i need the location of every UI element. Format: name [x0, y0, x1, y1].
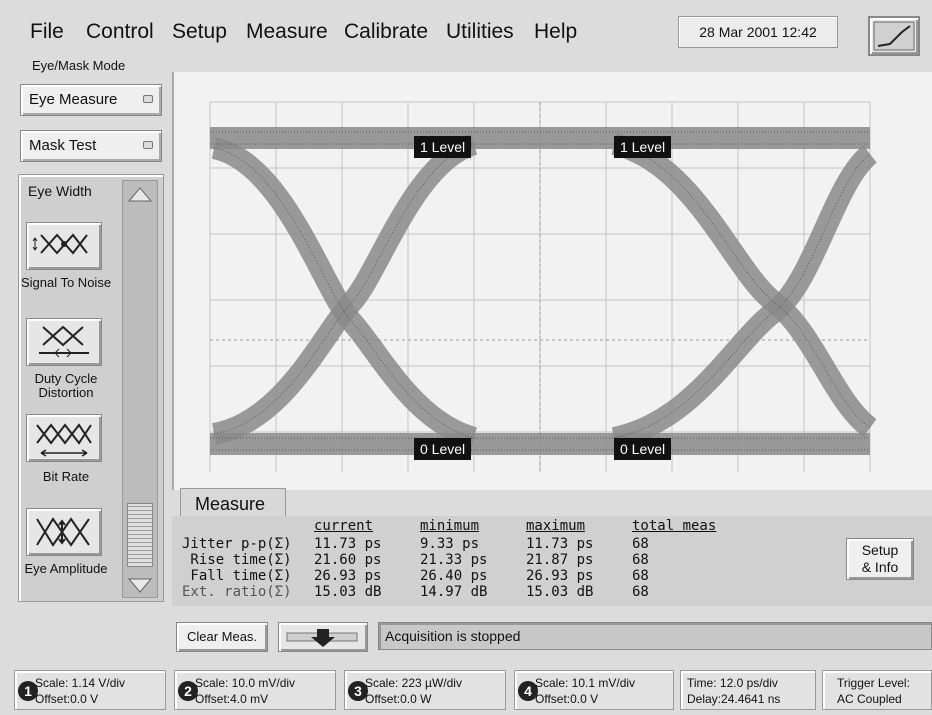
- row-label-jitter: Jitter p-p(Σ): [182, 536, 292, 552]
- eye-amplitude-label: Eye Amplitude: [24, 561, 108, 576]
- column-header-total-meas: total meas: [632, 518, 717, 534]
- waveform-icon: [873, 21, 915, 51]
- zero-level-marker-right: 0 Level: [614, 438, 672, 460]
- menu-measure[interactable]: Measure: [246, 20, 328, 44]
- trigger-level: Trigger Level:: [837, 676, 910, 690]
- channel-2-text: Scale: 10.0 mV/div Offset:4.0 mV: [195, 675, 295, 707]
- jitter-maximum: 11.73 ps: [526, 536, 594, 552]
- channel-3-scale: Scale: 223 µW/div: [365, 676, 462, 690]
- eye-measure-label: Eye Measure: [29, 91, 118, 108]
- ext-ratio-maximum: 15.03 dB: [526, 584, 594, 600]
- trigger-coupling: AC Coupled: [837, 692, 902, 706]
- measurement-results-panel: current minimum maximum total meas Jitte…: [172, 516, 932, 606]
- jitter-current: 11.73 ps: [314, 536, 382, 552]
- jitter-total: 68: [632, 536, 649, 552]
- column-header-current: current: [314, 518, 374, 534]
- channel-1-text: Scale: 1.14 V/div Offset:0.0 V: [35, 675, 125, 707]
- signal-to-noise-button[interactable]: [26, 222, 102, 270]
- indicator-icon: [143, 141, 153, 149]
- one-level-marker-right: 1 Level: [614, 136, 672, 158]
- status-message: Acquisition is stopped: [378, 622, 932, 650]
- setup-info-label-line1: Setup: [861, 542, 899, 558]
- arrow-down-icon: [286, 629, 358, 647]
- date-time-display: 28 Mar 2001 12:42: [678, 16, 838, 48]
- column-header-minimum: minimum: [420, 518, 480, 534]
- eye-width-button[interactable]: Eye Width: [28, 183, 92, 199]
- bit-rate-label: Bit Rate: [42, 469, 90, 484]
- menu-control[interactable]: Control: [86, 20, 154, 44]
- rise-time-minimum: 21.33 ps: [420, 552, 488, 568]
- fall-time-total: 68: [632, 568, 649, 584]
- duty-cycle-distortion-label: Duty Cycle Distortion: [34, 371, 98, 400]
- bit-rate-button[interactable]: [26, 414, 102, 462]
- timebase-scale: Time: 12.0 ps/div: [687, 676, 778, 690]
- row-label-ext-ratio: Ext. ratio(Σ): [182, 584, 292, 600]
- signal-to-noise-label: Signal To Noise: [20, 275, 112, 290]
- jitter-minimum: 9.33 ps: [420, 536, 480, 552]
- scroll-thumb[interactable]: [127, 503, 153, 567]
- eye-measure-button[interactable]: Eye Measure: [20, 84, 162, 116]
- trigger-readout[interactable]: Trigger Level: AC Coupled: [822, 670, 932, 710]
- channel-1-readout[interactable]: 1 Scale: 1.14 V/div Offset:0.0 V: [14, 670, 166, 710]
- row-label-fall-time: Fall time(Σ): [182, 568, 292, 584]
- toolbox-scrollbar[interactable]: [122, 180, 158, 598]
- mask-test-button[interactable]: Mask Test: [20, 130, 162, 162]
- ext-ratio-current: 15.03 dB: [314, 584, 382, 600]
- setup-info-label-line2: & Info: [861, 559, 899, 575]
- channel-2-offset: Offset:4.0 mV: [195, 692, 269, 706]
- rise-time-maximum: 21.87 ps: [526, 552, 594, 568]
- menu-bar: File Control Setup Measure Calibrate Uti…: [0, 0, 932, 60]
- signal-to-noise-icon: [32, 233, 88, 255]
- ext-ratio-minimum: 14.97 dB: [420, 584, 488, 600]
- channel-1-scale: Scale: 1.14 V/div: [35, 676, 126, 690]
- menu-utilities[interactable]: Utilities: [446, 20, 514, 44]
- scroll-up-icon[interactable]: [125, 183, 155, 205]
- clear-meas-button[interactable]: Clear Meas.: [176, 622, 268, 652]
- fall-time-minimum: 26.40 ps: [420, 568, 488, 584]
- eye-diagram: [209, 101, 878, 472]
- scroll-down-icon[interactable]: [125, 575, 155, 597]
- duty-cycle-distortion-button[interactable]: [26, 318, 102, 366]
- rise-time-current: 21.60 ps: [314, 552, 382, 568]
- scope-logo-button[interactable]: [868, 16, 920, 56]
- timebase-readout[interactable]: Time: 12.0 ps/div Delay:24.4641 ns: [680, 670, 816, 710]
- channel-4-scale: Scale: 10.1 mV/div: [535, 676, 636, 690]
- one-level-marker-left: 1 Level: [414, 136, 472, 158]
- fall-time-current: 26.93 ps: [314, 568, 382, 584]
- menu-calibrate[interactable]: Calibrate: [344, 20, 428, 44]
- trigger-text: Trigger Level: AC Coupled: [837, 675, 910, 707]
- channel-2-readout[interactable]: 2 Scale: 10.0 mV/div Offset:4.0 mV: [174, 670, 336, 710]
- channel-2-scale: Scale: 10.0 mV/div: [195, 676, 296, 690]
- zero-level-marker-left: 0 Level: [414, 438, 472, 460]
- channel-4-text: Scale: 10.1 mV/div Offset:0.0 V: [535, 675, 635, 707]
- indicator-icon: [143, 95, 153, 103]
- eye-mask-mode-label: Eye/Mask Mode: [32, 58, 126, 73]
- ext-ratio-total: 68: [632, 584, 649, 600]
- channel-3-text: Scale: 223 µW/div Offset:0.0 W: [365, 675, 462, 707]
- waveform-display[interactable]: 1 Level 1 Level 0 Level 0 Level: [172, 72, 932, 490]
- row-label-rise-time: Rise time(Σ): [182, 552, 292, 568]
- eye-amplitude-button[interactable]: [26, 508, 102, 556]
- rise-time-total: 68: [632, 552, 649, 568]
- fall-time-maximum: 26.93 ps: [526, 568, 594, 584]
- duty-cycle-icon: [39, 325, 89, 358]
- mask-test-label: Mask Test: [29, 137, 97, 154]
- eye-amplitude-icon: [36, 517, 90, 547]
- channel-1-offset: Offset:0.0 V: [35, 692, 99, 706]
- timebase-delay: Delay:24.4641 ns: [687, 692, 781, 706]
- column-header-maximum: maximum: [526, 518, 586, 534]
- tab-measure[interactable]: Measure: [180, 488, 286, 518]
- menu-file[interactable]: File: [30, 20, 64, 44]
- menu-setup[interactable]: Setup: [172, 20, 227, 44]
- channel-4-readout[interactable]: 4 Scale: 10.1 mV/div Offset:0.0 V: [514, 670, 674, 710]
- bit-rate-icon: [36, 423, 92, 457]
- channel-4-offset: Offset:0.0 V: [535, 692, 599, 706]
- channel-3-offset: Offset:0.0 W: [365, 692, 432, 706]
- setup-info-button[interactable]: Setup & Info: [846, 538, 914, 580]
- menu-help[interactable]: Help: [534, 20, 577, 44]
- channel-3-readout[interactable]: 3 Scale: 223 µW/div Offset:0.0 W: [344, 670, 506, 710]
- timebase-text: Time: 12.0 ps/div Delay:24.4641 ns: [687, 675, 780, 707]
- move-down-button[interactable]: [278, 622, 368, 652]
